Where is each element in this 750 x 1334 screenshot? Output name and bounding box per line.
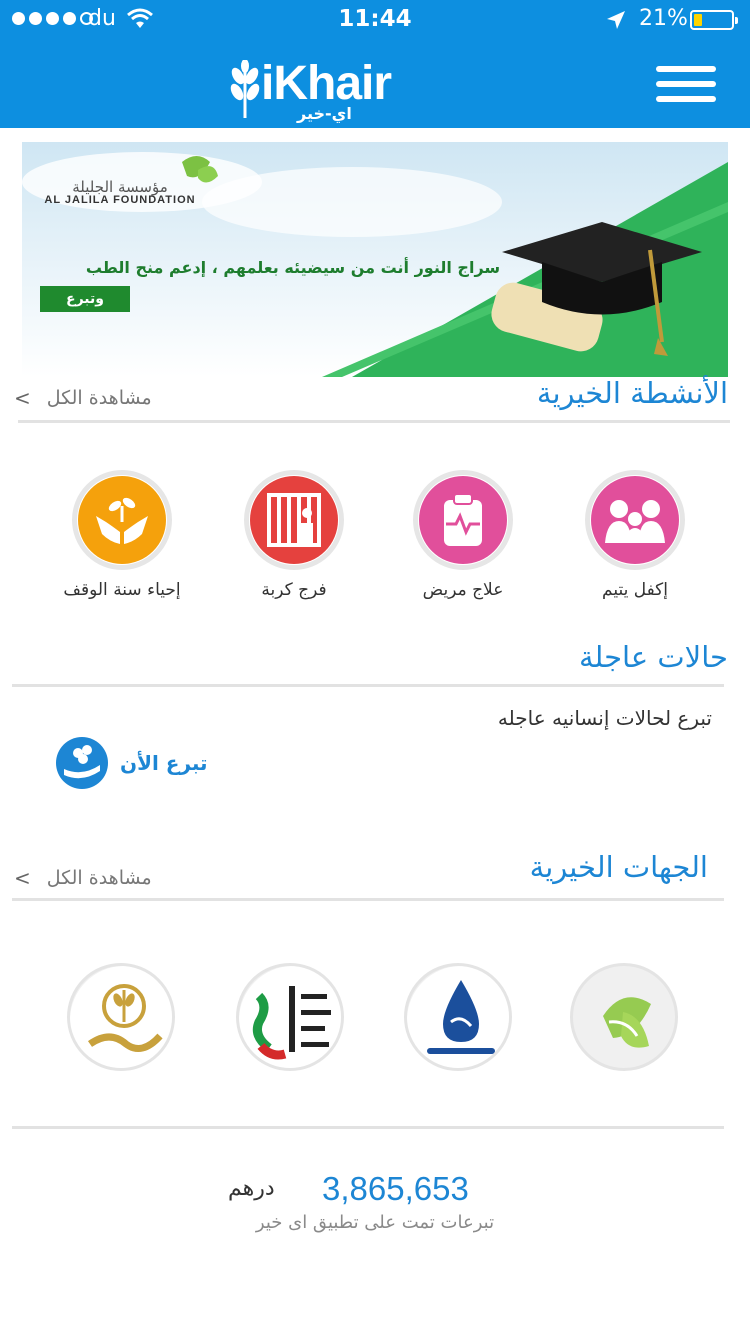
banner-slogan: سراج النور أنت من سيضيئه بعلمهم ، إدعم م… [85, 258, 501, 277]
app-header: du 11:44 21% iKhair اي-خير [0, 0, 750, 128]
menu-button[interactable] [656, 66, 716, 104]
family-icon [591, 476, 679, 564]
urgent-title: حالات عاجلة [578, 640, 728, 674]
wheat-icon [230, 60, 260, 118]
charities-see-all[interactable]: < مشاهدة الكل [14, 866, 152, 890]
activity-revive-waqf[interactable]: إحياء سنة الوقف [37, 470, 207, 600]
activity-label: فرج كربة [261, 580, 327, 600]
activity-relieve-distress[interactable]: فرج كربة [209, 470, 379, 600]
urgent-description: تبرع لحالات إنسانيه عاجله [497, 706, 712, 730]
medical-heart-icon [419, 476, 507, 564]
ikhair-logo: iKhair اي-خير [225, 56, 425, 126]
donations-currency: درهم [228, 1176, 275, 1201]
charity-dubai-logo[interactable] [236, 963, 344, 1071]
hamburger-icon [656, 66, 716, 72]
donations-caption: تبرعات تمت على تطبيق اى خير [255, 1212, 495, 1233]
activity-label: إكفل يتيم [602, 580, 668, 600]
promo-banner[interactable]: مؤسسة الجليلة AL JALILA FOUNDATION سراج … [22, 142, 728, 377]
battery-percent: 21% [639, 6, 688, 31]
charity-fujairah-logo[interactable] [404, 963, 512, 1071]
activities-see-all[interactable]: < مشاهدة الكل [14, 386, 152, 410]
section-divider [12, 684, 724, 687]
activities-title: الأنشطة الخيرية [536, 376, 728, 410]
donate-now-label: تبرع الأن [120, 751, 208, 775]
activity-treat-patient[interactable]: علاج مريض [378, 470, 548, 600]
charity-al-jalila-logo[interactable] [570, 963, 678, 1071]
activity-label: إحياء سنة الوقف [63, 580, 181, 600]
location-arrow-icon [607, 11, 625, 29]
donate-hand-icon [56, 737, 108, 789]
charities-title: الجهات الخيرية [529, 850, 708, 884]
section-divider [12, 898, 724, 901]
status-bar: du 11:44 21% [0, 0, 750, 40]
donate-now-button[interactable]: تبرع الأن [56, 737, 208, 789]
foundation-name-english: AL JALILA FOUNDATION [44, 194, 196, 206]
see-all-label: مشاهدة الكل [46, 387, 152, 409]
chevron-left-icon: < [14, 386, 31, 410]
battery-icon [690, 10, 738, 30]
banner-donate-button[interactable]: وتبرع [40, 286, 130, 312]
donations-total: 3,865,653 [322, 1170, 469, 1207]
section-divider [18, 420, 730, 423]
activity-sponsor-orphan[interactable]: إكفل يتيم [550, 470, 720, 600]
brand-name: iKhair [261, 57, 392, 110]
chevron-left-icon: < [14, 866, 31, 890]
charity-al-rahma-logo[interactable] [67, 963, 175, 1071]
hands-plant-icon [78, 476, 166, 564]
activity-label: علاج مريض [422, 580, 504, 600]
prison-bars-icon [250, 476, 338, 564]
section-divider [12, 1126, 724, 1129]
status-time: 11:44 [338, 6, 412, 32]
see-all-label: مشاهدة الكل [46, 867, 152, 889]
brand-name-arabic: اي-خير [297, 104, 352, 123]
